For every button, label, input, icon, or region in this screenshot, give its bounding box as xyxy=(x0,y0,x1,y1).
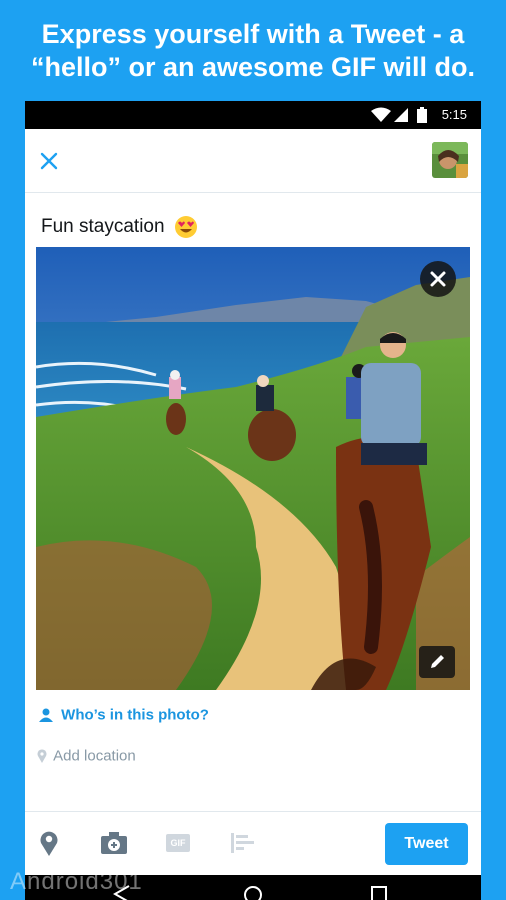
promo-line-1: Express yourself with a Tweet - a xyxy=(41,19,465,49)
avatar[interactable] xyxy=(432,142,468,178)
location-pin-icon xyxy=(37,749,47,764)
edit-photo-button[interactable] xyxy=(419,646,455,678)
gif-button[interactable]: GIF xyxy=(166,834,190,852)
edit-icon xyxy=(431,655,444,668)
tweet-text[interactable]: Fun staycation xyxy=(41,215,198,239)
tweet-text-value: Fun staycation xyxy=(41,216,165,238)
status-bar: 5:15 xyxy=(25,101,481,129)
close-icon[interactable] xyxy=(37,149,61,173)
promo-line-2: “hello” or an awesome GIF will do. xyxy=(30,52,476,82)
watermark: Android301 xyxy=(10,868,143,895)
compose-header xyxy=(25,129,481,193)
home-icon[interactable] xyxy=(243,885,263,900)
gif-label: GIF xyxy=(170,838,186,848)
location-pin-icon[interactable] xyxy=(39,830,59,856)
recents-icon[interactable] xyxy=(371,886,387,900)
add-location-link[interactable]: Add location xyxy=(37,747,136,765)
wifi-icon xyxy=(371,107,391,122)
signal-icon xyxy=(394,108,408,122)
camera-icon[interactable] xyxy=(101,832,127,854)
close-icon xyxy=(430,271,446,287)
promo-headline: Express yourself with a Tweet - a “hello… xyxy=(0,18,506,84)
tag-people-link[interactable]: Who’s in this photo? xyxy=(39,706,209,726)
battery-icon xyxy=(417,107,427,123)
tag-people-label: Who’s in this photo? xyxy=(61,706,209,724)
add-location-label: Add location xyxy=(53,747,136,765)
compose-toolbar: GIF Tweet xyxy=(25,811,481,876)
poll-icon[interactable] xyxy=(231,833,255,853)
status-time: 5:15 xyxy=(441,107,467,122)
photo-scene xyxy=(36,247,470,690)
person-icon xyxy=(39,708,53,723)
remove-photo-button[interactable] xyxy=(420,261,456,297)
heart-eyes-emoji-icon xyxy=(174,216,197,238)
attached-photo[interactable] xyxy=(36,247,470,690)
phone-screen: 5:15 Fun staycation Who’s in this photo?… xyxy=(25,101,481,900)
tweet-button[interactable]: Tweet xyxy=(385,823,468,865)
